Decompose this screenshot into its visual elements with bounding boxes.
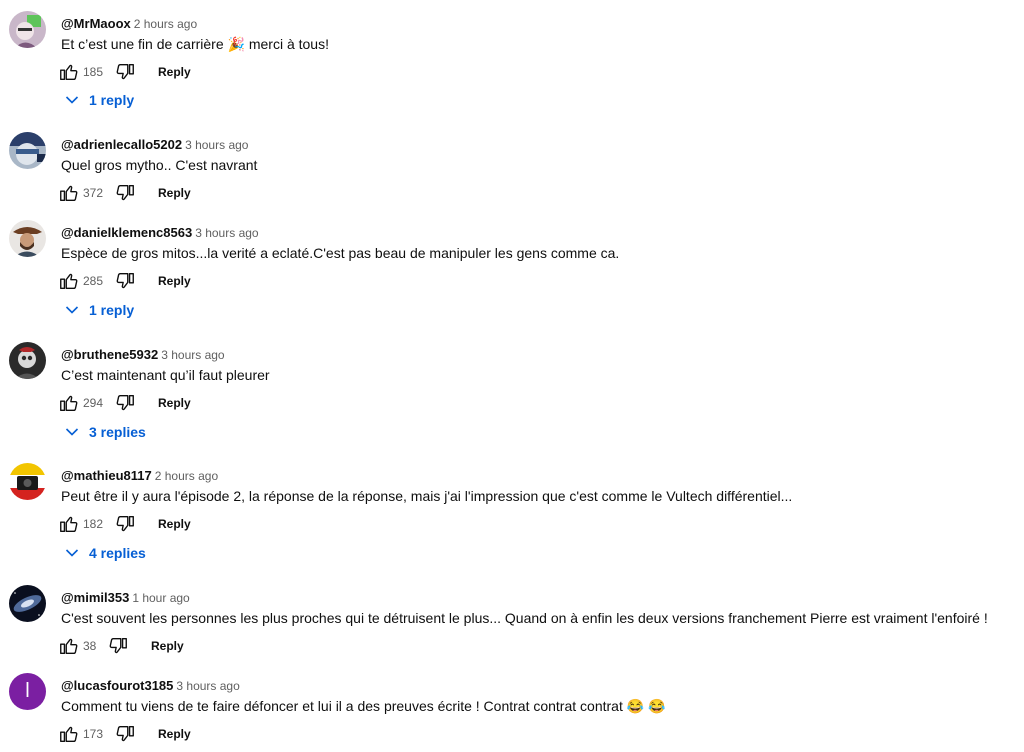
timestamp[interactable]: 1 hour ago — [132, 591, 189, 605]
author-name[interactable]: @mimil353 — [61, 590, 129, 605]
author-name[interactable]: @danielklemenc8563 — [61, 225, 192, 240]
like-button[interactable] — [58, 723, 80, 745]
chevron-down-icon — [65, 96, 79, 104]
like-button[interactable] — [58, 513, 80, 535]
dislike-button[interactable] — [114, 392, 136, 414]
comment-text: C’est maintenant qu’il faut pleurer — [61, 367, 270, 383]
thumbs-down-icon — [116, 184, 134, 201]
comment-header: @MrMaoox 2 hours ago — [61, 15, 197, 33]
author-name[interactable]: @adrienlecallo5202 — [61, 137, 182, 152]
comment-text: Quel gros mytho.. C'est navrant — [61, 157, 258, 173]
timestamp[interactable]: 2 hours ago — [155, 469, 218, 483]
dislike-button[interactable] — [114, 513, 136, 535]
thumbs-down-icon — [116, 63, 134, 80]
comment-text: Comment tu viens de te faire défoncer et… — [61, 698, 666, 714]
reply-button[interactable]: Reply — [151, 639, 184, 653]
reply-button[interactable]: Reply — [158, 274, 191, 288]
like-count: 372 — [83, 186, 104, 200]
avatar[interactable] — [9, 11, 46, 48]
comment-header: @danielklemenc8563 3 hours ago — [61, 224, 259, 242]
replies-label: 1 reply — [89, 92, 135, 108]
like-count: 38 — [83, 639, 97, 653]
chevron-down-icon — [65, 428, 79, 436]
timestamp[interactable]: 3 hours ago — [176, 679, 239, 693]
avatar[interactable] — [9, 132, 46, 169]
comment-header: @lucasfourot3185 3 hours ago — [61, 677, 240, 695]
replies-label: 4 replies — [89, 545, 146, 561]
thumbs-up-icon — [60, 64, 78, 81]
like-count: 173 — [83, 727, 104, 741]
like-button[interactable] — [58, 270, 80, 292]
timestamp[interactable]: 2 hours ago — [134, 17, 197, 31]
avatar[interactable] — [9, 585, 46, 622]
comment-header: @adrienlecallo5202 3 hours ago — [61, 136, 248, 154]
comment-text: Peut être il y aura l'épisode 2, la répo… — [61, 488, 793, 504]
dislike-button[interactable] — [114, 61, 136, 83]
thumbs-up-icon — [60, 516, 78, 533]
avatar-image — [9, 585, 46, 622]
avatar[interactable] — [9, 463, 46, 500]
author-name[interactable]: @mathieu8117 — [61, 468, 152, 483]
thumbs-up-icon — [60, 638, 78, 655]
author-name[interactable]: @bruthene5932 — [61, 347, 158, 362]
like-count: 285 — [83, 274, 104, 288]
author-name[interactable]: @lucasfourot3185 — [61, 678, 173, 693]
dislike-button[interactable] — [114, 182, 136, 204]
avatar-image — [9, 11, 46, 48]
comment-text: C'est souvent les personnes les plus pro… — [61, 610, 988, 626]
reply-button[interactable]: Reply — [158, 65, 191, 79]
timestamp[interactable]: 3 hours ago — [195, 226, 258, 240]
avatar-image — [9, 132, 46, 169]
like-count: 294 — [83, 396, 104, 410]
thumbs-up-icon — [60, 273, 78, 290]
thumbs-down-icon — [116, 725, 134, 742]
comment-header: @mimil353 1 hour ago — [61, 589, 190, 607]
thumbs-up-icon — [60, 185, 78, 202]
reply-button[interactable]: Reply — [158, 186, 191, 200]
thumbs-down-icon — [116, 272, 134, 289]
avatar[interactable] — [9, 220, 46, 257]
avatar-image — [9, 342, 46, 379]
timestamp[interactable]: 3 hours ago — [161, 348, 224, 362]
avatar-image — [9, 220, 46, 257]
like-button[interactable] — [58, 635, 80, 657]
thumbs-up-icon — [60, 395, 78, 412]
comment-header: @bruthene5932 3 hours ago — [61, 346, 225, 364]
reply-button[interactable]: Reply — [158, 727, 191, 741]
timestamp[interactable]: 3 hours ago — [185, 138, 248, 152]
replies-label: 3 replies — [89, 424, 146, 440]
thumbs-down-icon — [116, 394, 134, 411]
dislike-button[interactable] — [114, 723, 136, 745]
comment-text: Espèce de gros mitos...la verité a eclat… — [61, 245, 620, 261]
thumbs-down-icon — [116, 515, 134, 532]
chevron-down-icon — [65, 549, 79, 557]
like-button[interactable] — [58, 61, 80, 83]
thumbs-down-icon — [109, 637, 127, 654]
replies-label: 1 reply — [89, 302, 135, 318]
dislike-button[interactable] — [107, 635, 129, 657]
like-button[interactable] — [58, 392, 80, 414]
like-count: 185 — [83, 65, 104, 79]
avatar[interactable] — [9, 342, 46, 379]
like-button[interactable] — [58, 182, 80, 204]
author-name[interactable]: @MrMaoox — [61, 16, 131, 31]
reply-button[interactable]: Reply — [158, 517, 191, 531]
avatar-letter: l — [25, 680, 30, 702]
avatar-image — [9, 463, 46, 500]
comment-text: Et c’est une fin de carrière 🎉 merci à t… — [61, 36, 329, 52]
like-count: 182 — [83, 517, 104, 531]
comment-header: @mathieu8117 2 hours ago — [61, 467, 218, 485]
thumbs-up-icon — [60, 726, 78, 743]
dislike-button[interactable] — [114, 270, 136, 292]
chevron-down-icon — [65, 306, 79, 314]
reply-button[interactable]: Reply — [158, 396, 191, 410]
avatar[interactable]: l — [9, 673, 46, 710]
